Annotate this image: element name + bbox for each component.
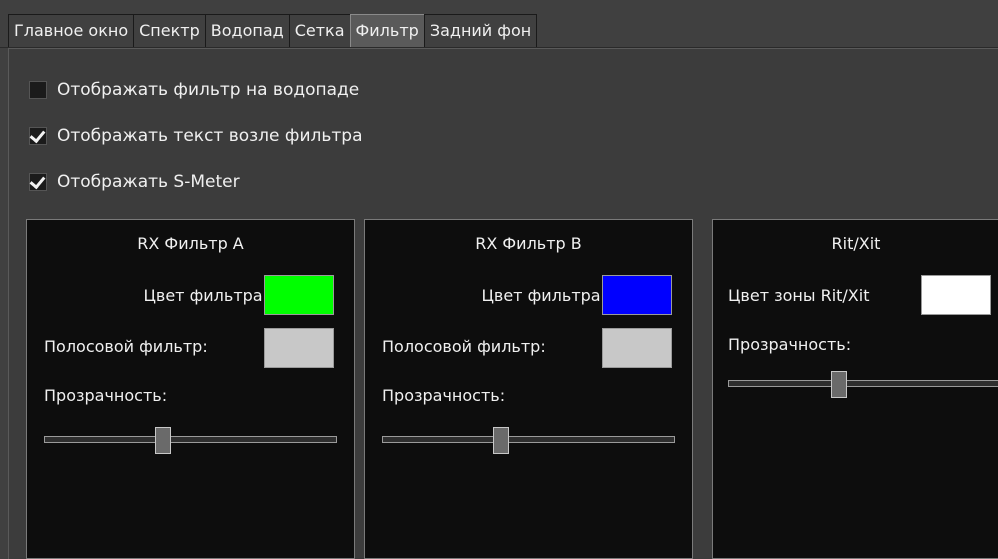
tab-spectrum[interactable]: Спектр (133, 14, 206, 47)
rx-filter-b-transparency-label: Прозрачность: (382, 386, 506, 405)
tab-waterfall[interactable]: Водопад (204, 14, 290, 47)
rit-xit-transparency-handle[interactable] (831, 371, 847, 398)
rit-xit-title: Rit/Xit (831, 234, 881, 253)
rx-filter-b-group: RX Фильтр B Цвет фильтра: Полосовой филь… (364, 219, 693, 559)
show-text-near-filter-checkbox[interactable] (29, 127, 47, 145)
rx-filter-a-transparency-label: Прозрачность: (44, 386, 168, 405)
rx-filter-b-color-swatch[interactable] (602, 275, 672, 315)
tab-grid[interactable]: Сетка (288, 14, 351, 47)
option-show-filter-on-waterfall[interactable]: Отображать фильтр на водопаде (29, 77, 359, 103)
show-filter-on-waterfall-label: Отображать фильтр на водопаде (57, 80, 360, 100)
rx-filter-a-transparency-slider[interactable] (44, 427, 337, 454)
tab-bar: Главное окно Спектр Водопад Сетка Фильтр… (0, 0, 998, 48)
rx-filter-a-title: RX Фильтр A (137, 234, 244, 253)
rx-filter-b-transparency-handle[interactable] (493, 427, 509, 454)
option-show-text-near-filter[interactable]: Отображать текст возле фильтра (29, 123, 363, 149)
rx-filter-b-color-label: Цвет фильтра: (481, 286, 606, 305)
rx-filter-a-transparency-handle[interactable] (155, 427, 171, 454)
show-text-near-filter-label: Отображать текст возле фильтра (57, 126, 363, 146)
show-filter-on-waterfall-checkbox[interactable] (29, 81, 47, 99)
rit-xit-zone-color-label: Цвет зоны Rit/Xit (728, 286, 870, 305)
rx-filter-b-bandpass-label: Полосовой фильтр: (382, 337, 546, 356)
tab-background[interactable]: Задний фон (423, 14, 538, 47)
rit-xit-transparency-slider[interactable] (728, 371, 998, 398)
rx-filter-a-color-label: Цвет фильтра: (143, 286, 268, 305)
tabs: Главное окно Спектр Водопад Сетка Фильтр… (8, 14, 538, 48)
filter-settings-panel: Отображать фильтр на водопаде Отображать… (8, 48, 998, 559)
rx-filter-a-color-swatch[interactable] (264, 275, 334, 315)
tab-main-window[interactable]: Главное окно (8, 14, 135, 47)
rx-filter-a-bandpass-label: Полосовой фильтр: (44, 337, 208, 356)
rx-filter-b-title: RX Фильтр B (475, 234, 582, 253)
rx-filter-a-bandpass-swatch[interactable] (264, 328, 334, 368)
rit-xit-group: Rit/Xit Цвет зоны Rit/Xit Прозрачность: (712, 219, 998, 559)
rit-xit-transparency-label: Прозрачность: (728, 335, 852, 354)
rit-xit-zone-color-swatch[interactable] (921, 275, 991, 315)
rx-filter-a-group: RX Фильтр A Цвет фильтра: Полосовой филь… (26, 219, 355, 559)
show-smeter-label: Отображать S-Meter (57, 172, 240, 192)
rx-filter-b-bandpass-swatch[interactable] (602, 328, 672, 368)
show-smeter-checkbox[interactable] (29, 173, 47, 191)
rx-filter-b-transparency-slider[interactable] (382, 427, 675, 454)
option-show-smeter[interactable]: Отображать S-Meter (29, 169, 240, 195)
tab-filter[interactable]: Фильтр (349, 14, 425, 47)
